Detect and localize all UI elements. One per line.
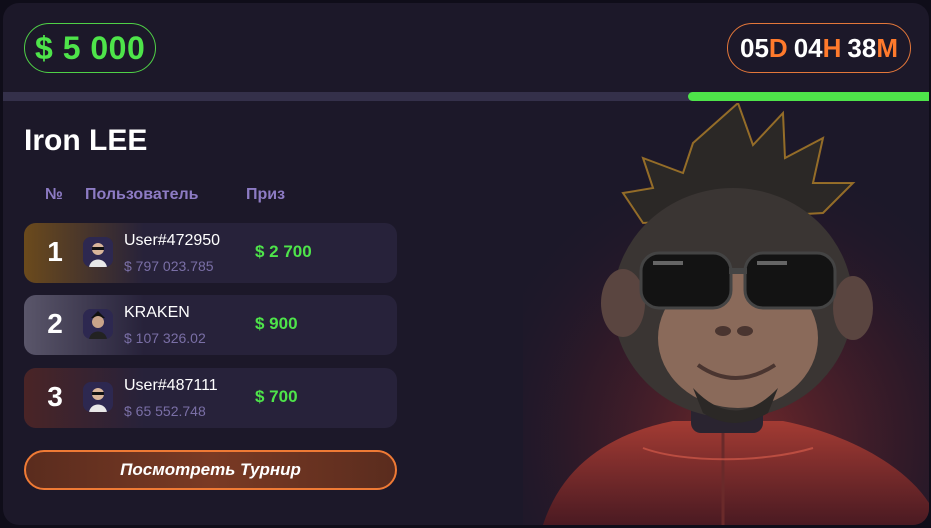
rank-number: 2 (47, 308, 63, 339)
user-avatar-icon (83, 237, 113, 267)
prize-amount: $ 2 700 (255, 242, 312, 261)
monkey-sunglasses-illustration (523, 103, 929, 525)
timer-hours: 04 (793, 32, 823, 63)
timer-days-unit: D (768, 32, 788, 63)
time-progress-bar (3, 92, 929, 101)
tournament-title: Iron LEE (24, 124, 148, 157)
column-header-prize: Приз (246, 186, 286, 203)
username: KRAKEN (124, 304, 190, 321)
user-balance: $ 797 023.785 (124, 258, 214, 274)
rank-number: 1 (47, 236, 63, 267)
user-balance: $ 65 552.748 (124, 403, 206, 419)
user-balance: $ 107 326.02 (124, 330, 206, 346)
rank-number: 3 (47, 381, 63, 412)
timer-minutes-unit: M (876, 32, 898, 63)
view-tournament-button[interactable]: Посмотреть Турнир (24, 450, 397, 490)
user-avatar-icon (83, 309, 113, 339)
prize-pool-amount: $ 5 000 (35, 29, 146, 66)
leaderboard-row: 2 KRAKEN $ 107 326.02 $ 900 (24, 295, 397, 355)
username: User#472950 (124, 232, 221, 249)
leaderboard-row: 1 User#472950 $ 797 023.785 $ 2 700 (24, 223, 397, 283)
column-header-user: Пользователь (85, 186, 199, 203)
username: User#487111 (124, 377, 218, 394)
prize-amount: $ 900 (255, 314, 298, 333)
prize-pool-badge: $ 5 000 (24, 23, 157, 73)
user-avatar-icon (83, 382, 113, 412)
column-header-rank: № (45, 186, 63, 203)
time-progress-fill (688, 92, 929, 101)
leaderboard-row: 3 User#487111 $ 65 552.748 $ 700 (24, 368, 397, 428)
timer-days: 05 (740, 32, 769, 63)
timer-hours-unit: H (822, 32, 842, 63)
countdown-timer: 05 D 04 H 38 M (727, 23, 911, 73)
tournament-card: $ 5 000 05 D 04 H 38 M Iron LEE № Пользо… (3, 3, 929, 525)
timer-minutes: 38 (847, 32, 877, 63)
prize-amount: $ 700 (255, 387, 298, 406)
